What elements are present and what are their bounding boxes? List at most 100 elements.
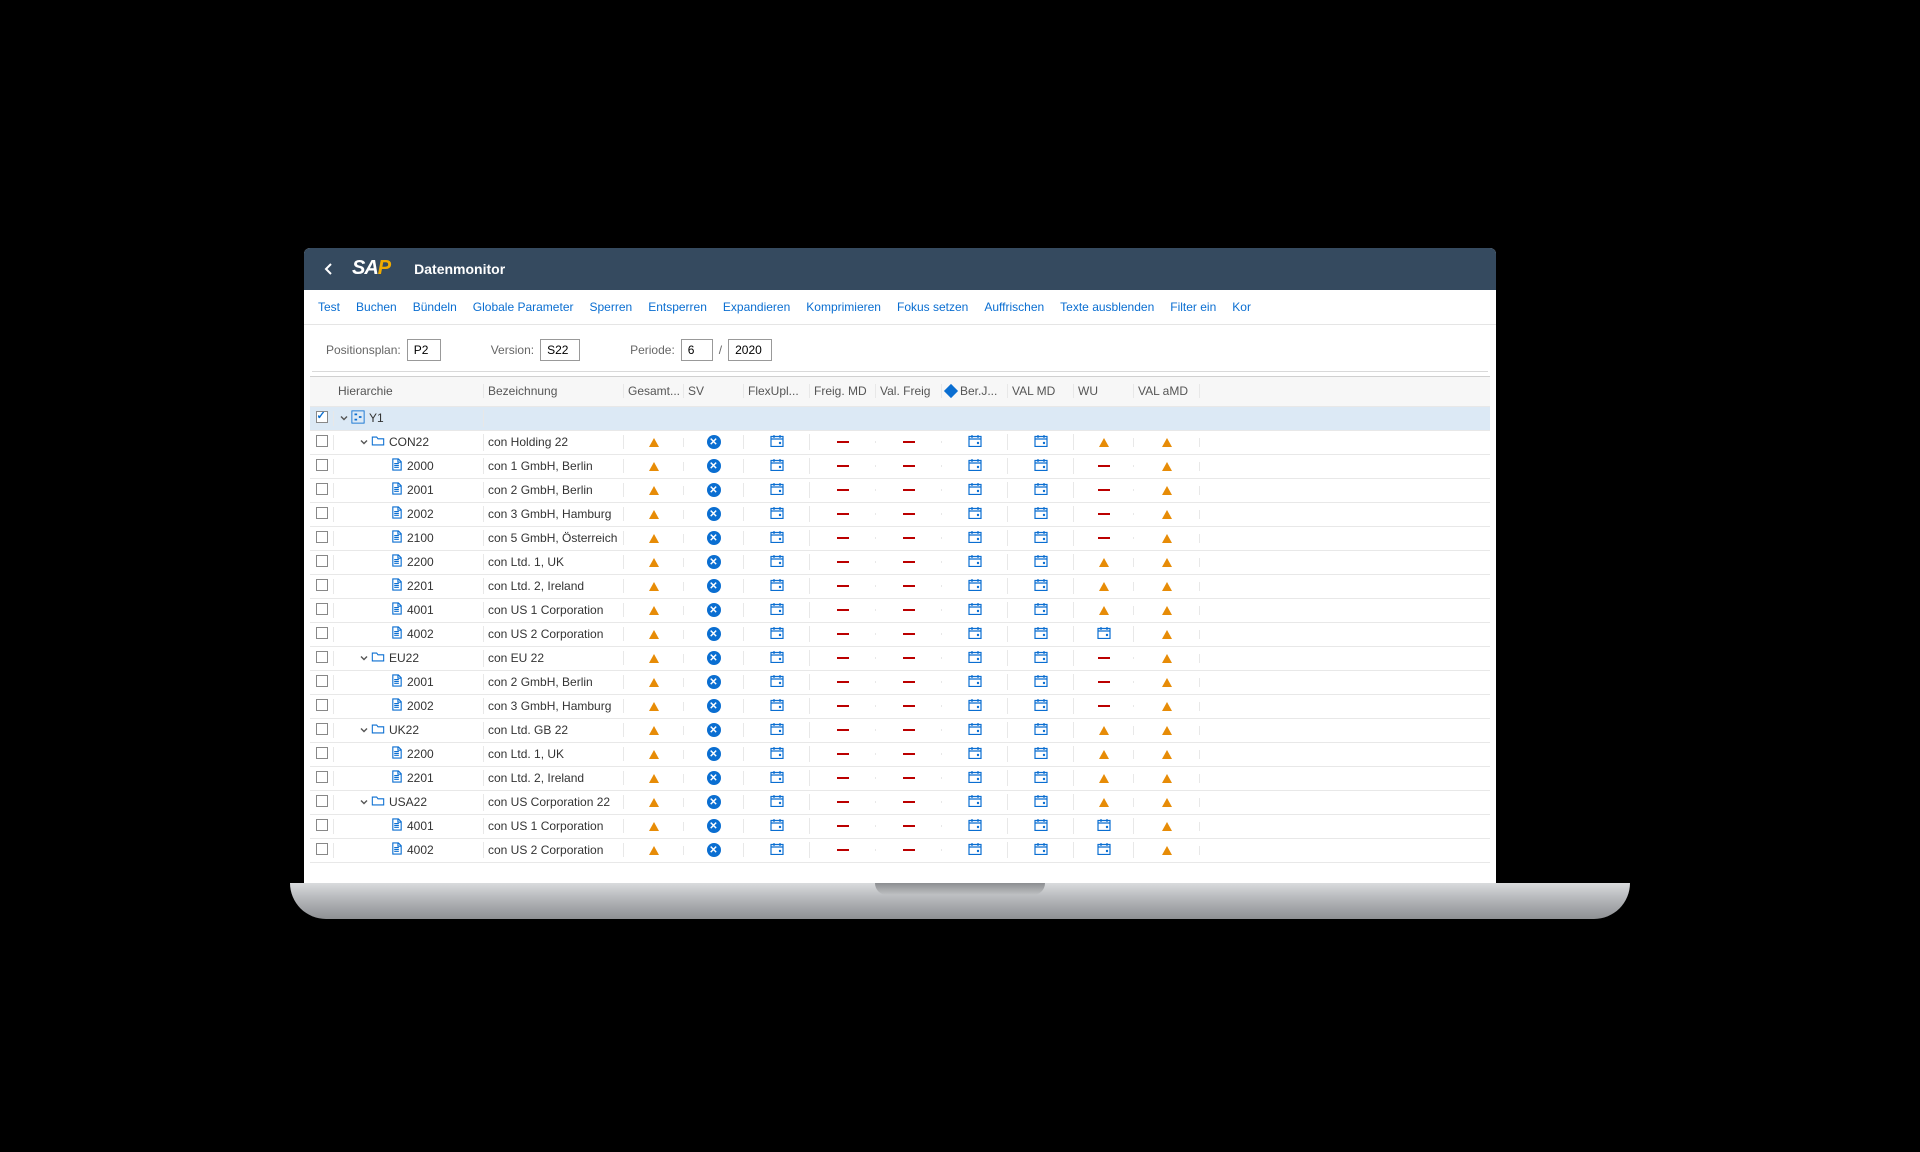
warning-triangle-icon [649, 774, 659, 783]
row-checkbox[interactable] [316, 747, 328, 759]
row-checkbox[interactable] [316, 531, 328, 543]
row-checkbox[interactable] [316, 795, 328, 807]
toolbar-texte-ausblenden[interactable]: Texte ausblenden [1060, 300, 1154, 314]
document-icon [391, 602, 403, 618]
col-val-amd[interactable]: VAL aMD [1134, 384, 1200, 398]
toolbar-auffrischen[interactable]: Auffrischen [984, 300, 1044, 314]
toolbar-komprimieren[interactable]: Komprimieren [806, 300, 881, 314]
table-row[interactable]: EU22con EU 22✕ [310, 647, 1490, 671]
col-freig-md[interactable]: Freig. MD [810, 384, 876, 398]
periode-month-input[interactable] [681, 339, 713, 361]
chevron-down-icon[interactable] [358, 797, 369, 808]
table-row[interactable]: 4001con US 1 Corporation✕ [310, 599, 1490, 623]
laptop-base [290, 883, 1630, 919]
row-checkbox[interactable] [316, 627, 328, 639]
table-row[interactable]: 2200con Ltd. 1, UK✕ [310, 743, 1490, 767]
toolbar-expandieren[interactable]: Expandieren [723, 300, 790, 314]
table-row[interactable]: 2200con Ltd. 1, UK✕ [310, 551, 1490, 575]
freig-md-cell [810, 849, 876, 851]
table-row[interactable]: 2002con 3 GmbH, Hamburg✕ [310, 503, 1490, 527]
warning-triangle-icon [1099, 582, 1109, 591]
table-row[interactable]: 2201con Ltd. 2, Ireland✕ [310, 767, 1490, 791]
col-ber-j-[interactable]: Ber.J... [942, 384, 1008, 398]
col-hierarchie[interactable]: Hierarchie [334, 384, 484, 398]
table-row[interactable]: 2002con 3 GmbH, Hamburg✕ [310, 695, 1490, 719]
toolbar-test[interactable]: Test [318, 300, 340, 314]
row-checkbox[interactable] [316, 651, 328, 663]
warning-triangle-icon [1162, 654, 1172, 663]
toolbar-entsperren[interactable]: Entsperren [648, 300, 707, 314]
toolbar-globale-parameter[interactable]: Globale Parameter [473, 300, 574, 314]
toolbar-filter-ein[interactable]: Filter ein [1170, 300, 1216, 314]
toolbar-kor[interactable]: Kor [1232, 300, 1251, 314]
row-checkbox[interactable] [316, 483, 328, 495]
row-checkbox[interactable] [316, 603, 328, 615]
calendar-icon [968, 530, 982, 546]
ber-j-cell [942, 554, 1008, 570]
row-checkbox[interactable] [316, 771, 328, 783]
table-row[interactable]: CON22con Holding 22✕ [310, 431, 1490, 455]
row-checkbox[interactable] [316, 675, 328, 687]
row-checkbox[interactable] [316, 411, 328, 423]
chevron-down-icon[interactable] [358, 653, 369, 664]
dash-icon [837, 489, 849, 491]
col-sv[interactable]: SV [684, 384, 744, 398]
row-checkbox[interactable] [316, 579, 328, 591]
dash-icon [837, 609, 849, 611]
table-row[interactable]: 4001con US 1 Corporation✕ [310, 815, 1490, 839]
row-checkbox[interactable] [316, 459, 328, 471]
toolbar-bündeln[interactable]: Bündeln [413, 300, 457, 314]
table-row[interactable]: 2001con 2 GmbH, Berlin✕ [310, 671, 1490, 695]
val-md-cell [1008, 698, 1074, 714]
val-freig-cell [876, 681, 942, 683]
table-row[interactable]: 2100con 5 GmbH, Österreich✕ [310, 527, 1490, 551]
dash-icon [903, 825, 915, 827]
col-wu[interactable]: WU [1074, 384, 1134, 398]
sv-cell: ✕ [684, 795, 744, 809]
dash-icon [903, 561, 915, 563]
row-checkbox[interactable] [316, 507, 328, 519]
row-checkbox[interactable] [316, 435, 328, 447]
row-checkbox[interactable] [316, 819, 328, 831]
val-amd-cell [1134, 702, 1200, 711]
warning-triangle-icon [649, 822, 659, 831]
chevron-down-icon[interactable] [358, 725, 369, 736]
chevron-down-icon[interactable] [338, 413, 349, 424]
col-val-md[interactable]: VAL MD [1008, 384, 1074, 398]
toolbar-fokus-setzen[interactable]: Fokus setzen [897, 300, 968, 314]
table-row[interactable]: 4002con US 2 Corporation✕ [310, 623, 1490, 647]
dash-icon [903, 729, 915, 731]
table-row[interactable]: 2001con 2 GmbH, Berlin✕ [310, 479, 1490, 503]
row-checkbox[interactable] [316, 555, 328, 567]
toolbar-sperren[interactable]: Sperren [589, 300, 632, 314]
row-checkbox[interactable] [316, 699, 328, 711]
freig-md-cell [810, 585, 876, 587]
flexupl-cell [744, 842, 810, 858]
table-row[interactable]: Y1 [310, 407, 1490, 431]
back-button[interactable] [318, 258, 340, 280]
row-checkbox[interactable] [316, 843, 328, 855]
version-input[interactable] [540, 339, 580, 361]
val-amd-cell [1134, 726, 1200, 735]
row-checkbox[interactable] [316, 723, 328, 735]
warning-triangle-icon [649, 678, 659, 687]
dash-icon [903, 585, 915, 587]
col-bezeichnung[interactable]: Bezeichnung [484, 384, 624, 398]
table-row[interactable]: 4002con US 2 Corporation✕ [310, 839, 1490, 863]
toolbar-buchen[interactable]: Buchen [356, 300, 397, 314]
positionsplan-input[interactable] [407, 339, 441, 361]
col-gesamt-[interactable]: Gesamt... [624, 384, 684, 398]
table-row[interactable]: 2201con Ltd. 2, Ireland✕ [310, 575, 1490, 599]
bezeichnung-cell: con EU 22 [484, 651, 624, 665]
gesamt-cell [624, 462, 684, 471]
gesamt-cell [624, 702, 684, 711]
table-row[interactable]: UK22con Ltd. GB 22✕ [310, 719, 1490, 743]
chevron-down-icon[interactable] [358, 437, 369, 448]
periode-year-input[interactable] [728, 339, 772, 361]
error-circle-icon: ✕ [707, 579, 721, 593]
col-val-freig[interactable]: Val. Freig [876, 384, 942, 398]
table-row[interactable]: 2000con 1 GmbH, Berlin✕ [310, 455, 1490, 479]
table-row[interactable]: USA22con US Corporation 22✕ [310, 791, 1490, 815]
col-flexupl-[interactable]: FlexUpl... [744, 384, 810, 398]
bezeichnung-cell: con Ltd. 1, UK [484, 747, 624, 761]
